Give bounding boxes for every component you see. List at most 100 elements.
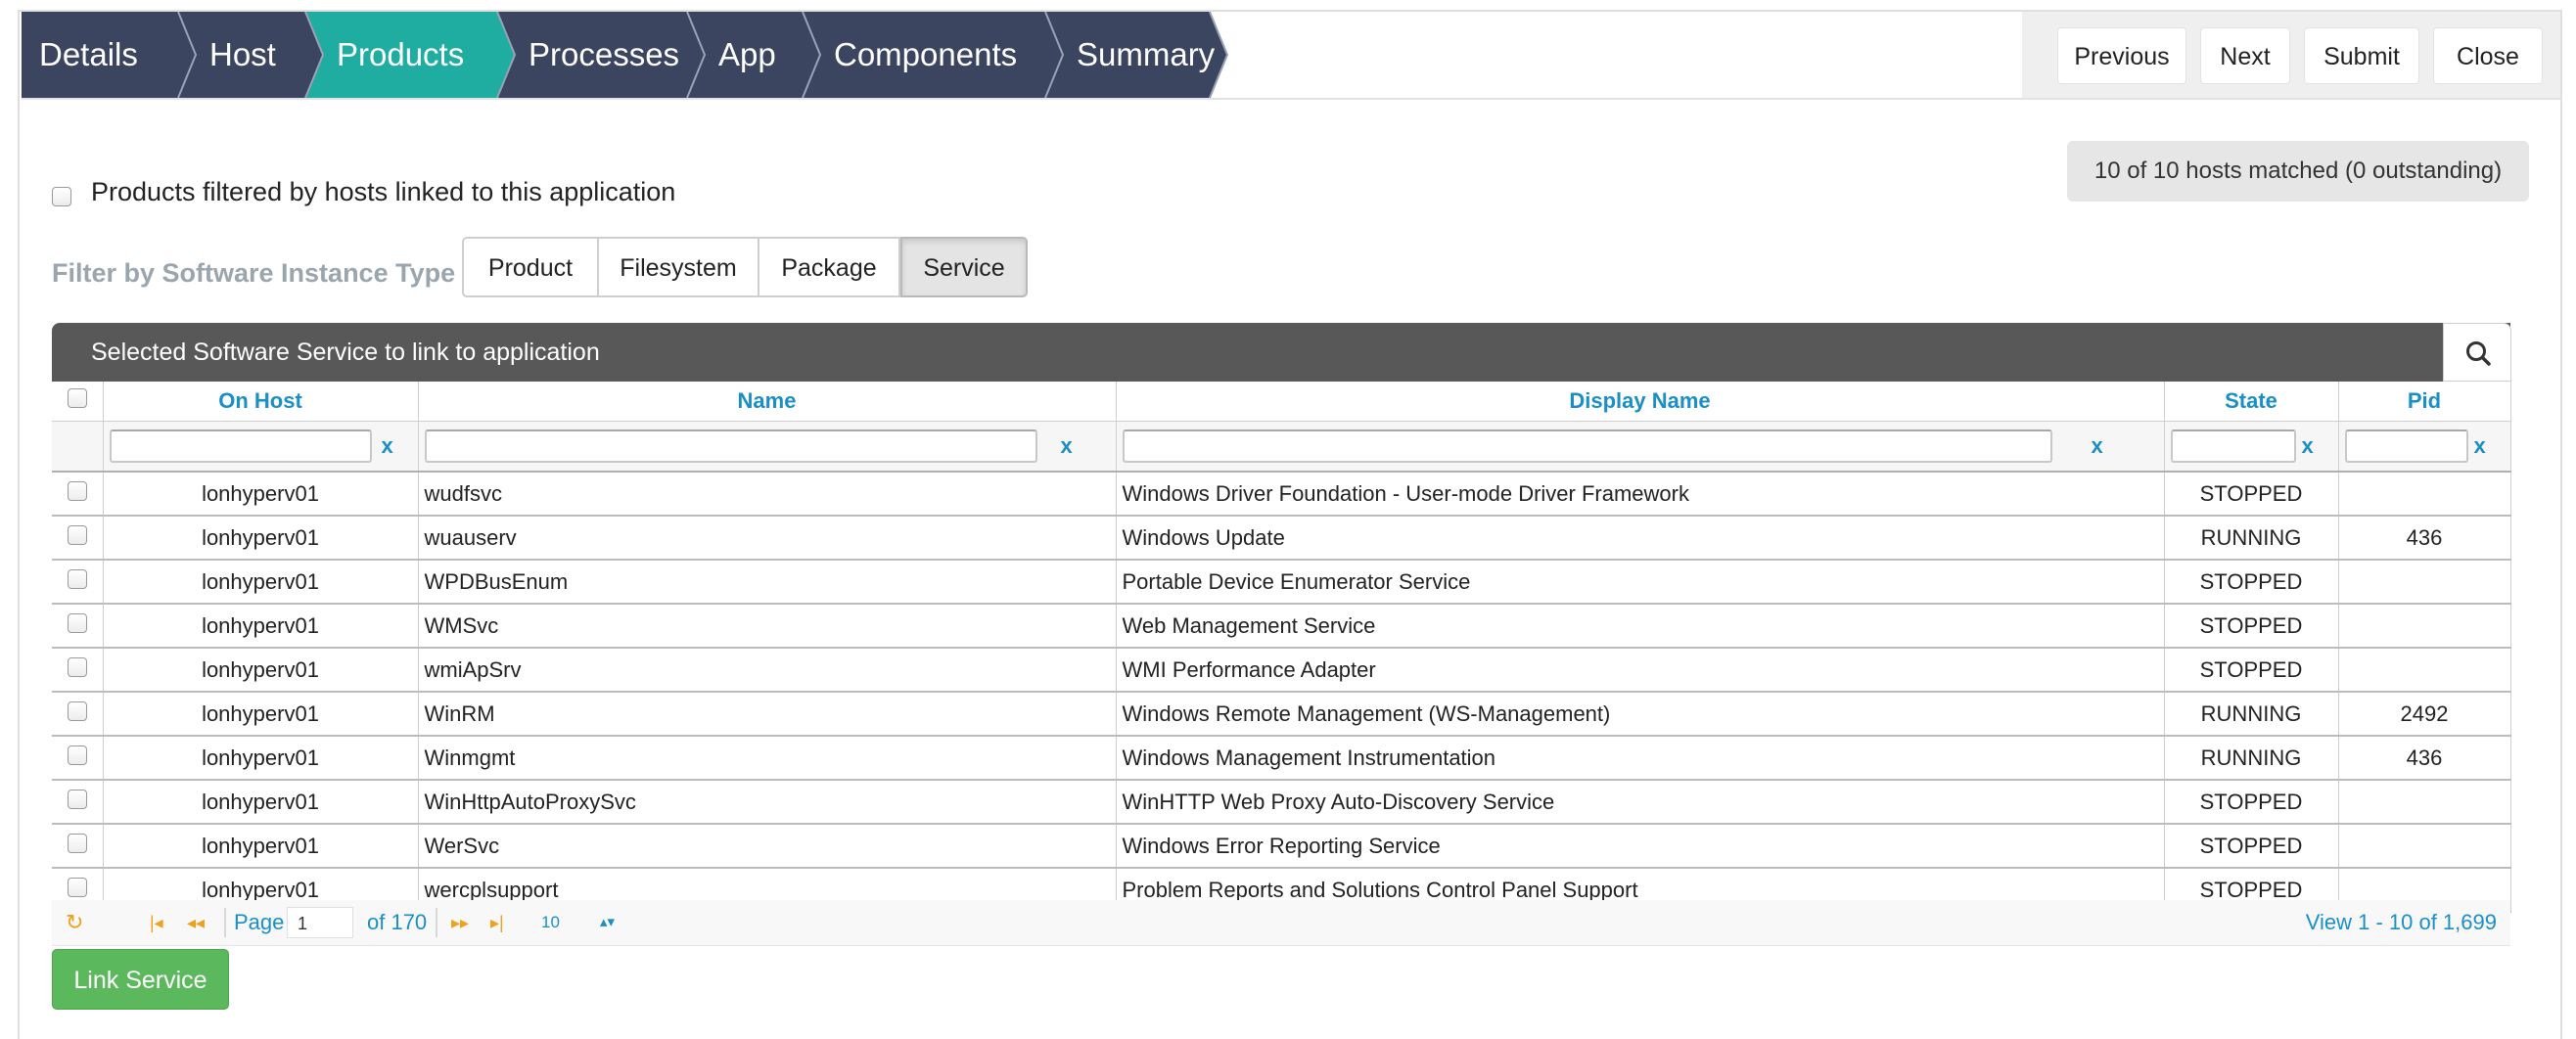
name-cell: WinHttpAutoProxySvc	[418, 780, 1117, 825]
table-row[interactable]: lonhyperv01 wudfsvc Windows Driver Foundat…	[52, 472, 2511, 517]
row-checkbox[interactable]	[67, 789, 87, 809]
wizard-step-details[interactable]: Details	[22, 12, 198, 98]
rows-per-page-chevron-icon[interactable]: ▴▾	[600, 900, 615, 945]
filter-cell-state: x	[2164, 421, 2339, 473]
display-name-cell: Windows Management Instrumentation	[1116, 736, 2165, 781]
wizard-step-label: Details	[39, 36, 138, 72]
display-name-cell: WMI Performance Adapter	[1116, 648, 2165, 693]
row-checkbox[interactable]	[67, 524, 87, 545]
submit-button[interactable]: Submit	[2304, 27, 2419, 84]
hosts-matched-badge: 10 of 10 hosts matched (0 outstanding)	[2067, 141, 2529, 202]
state-filter-clear[interactable]: x	[2302, 433, 2314, 459]
type-filesystem-button[interactable]: Filesystem	[599, 237, 759, 297]
host-cell: lonhyperv01	[103, 604, 419, 649]
next-button[interactable]: Next	[2200, 27, 2290, 84]
state-cell: STOPPED	[2164, 824, 2339, 869]
pid-filter-clear[interactable]: x	[2474, 433, 2486, 459]
table-row[interactable]: lonhyperv01 wmiApSrv WMI Performance Adapt…	[52, 648, 2511, 693]
close-button[interactable]: Close	[2433, 27, 2543, 84]
row-checkbox[interactable]	[67, 568, 87, 589]
row-checkbox-cell	[52, 736, 104, 781]
display-name-filter-input[interactable]	[1122, 429, 2052, 463]
host-filter-label: Products filtered by hosts linked to thi…	[91, 177, 676, 206]
table-row[interactable]: lonhyperv01 wuauserv Windows Update RUNNING…	[52, 516, 2511, 561]
display-name-cell: Windows Error Reporting Service	[1116, 824, 2165, 869]
row-checkbox[interactable]	[67, 745, 87, 765]
state-cell: RUNNING	[2164, 692, 2339, 737]
display-name-cell: Windows Update	[1116, 516, 2165, 561]
wizard-steps: Details Host Products Processes App Component…	[22, 12, 2022, 98]
pid-cell	[2338, 648, 2511, 693]
wizard-step-app[interactable]: App	[687, 12, 822, 98]
row-checkbox[interactable]	[67, 877, 87, 897]
wizard-step-components[interactable]: Components	[803, 12, 1065, 98]
row-checkbox[interactable]	[67, 833, 87, 853]
next-page-icon[interactable]: ▸▸	[451, 900, 469, 945]
link-service-button[interactable]: Link Service	[52, 949, 229, 1010]
name-cell: wuauserv	[418, 516, 1117, 561]
rows-per-page-select[interactable]: 10	[541, 900, 560, 945]
table-row[interactable]: lonhyperv01 WPDBusEnum Portable Device Enu…	[52, 560, 2511, 605]
name-filter-input[interactable]	[424, 429, 1037, 463]
type-service-button[interactable]: Service	[900, 237, 1028, 297]
name-cell: wudfsvc	[418, 472, 1117, 517]
name-cell: WMSvc	[418, 604, 1117, 649]
column-header-name[interactable]: Name	[418, 382, 1117, 422]
filter-cell-blank	[52, 421, 104, 473]
pid-filter-input[interactable]	[2344, 429, 2468, 463]
previous-button[interactable]: Previous	[2057, 27, 2186, 84]
grid-title: Selected Software Service to link to app…	[91, 339, 600, 366]
name-filter-clear[interactable]: x	[1061, 433, 1073, 459]
row-checkbox[interactable]	[67, 656, 87, 677]
state-cell: RUNNING	[2164, 516, 2339, 561]
page-number-input[interactable]: 1	[287, 907, 353, 938]
type-product-button[interactable]: Product	[462, 237, 599, 297]
name-cell: Winmgmt	[418, 736, 1117, 781]
wizard-step-processes[interactable]: Processes	[497, 12, 707, 98]
table-row[interactable]: lonhyperv01 Winmgmt Windows Management Ins…	[52, 736, 2511, 781]
table-header-row: On Host Name Display Name State Pid	[52, 382, 2511, 422]
pid-cell: 436	[2338, 516, 2511, 561]
table-row[interactable]: lonhyperv01 WMSvc Web Management Service ST…	[52, 604, 2511, 649]
host-filter-input[interactable]	[109, 429, 372, 463]
host-cell: lonhyperv01	[103, 736, 419, 781]
first-page-icon[interactable]: |◂	[150, 900, 163, 945]
pid-cell	[2338, 604, 2511, 649]
row-checkbox[interactable]	[67, 480, 87, 501]
table-row[interactable]: lonhyperv01 WinHttpAutoProxySvc WinHTTP We…	[52, 780, 2511, 825]
column-header-display-name[interactable]: Display Name	[1116, 382, 2165, 422]
name-cell: WinRM	[418, 692, 1117, 737]
pid-cell	[2338, 824, 2511, 869]
wizard-step-host[interactable]: Host	[178, 12, 325, 98]
row-checkbox-cell	[52, 560, 104, 605]
column-header-state[interactable]: State	[2164, 382, 2339, 422]
wizard-step-label: Host	[209, 36, 276, 72]
host-filter-checkbox[interactable]	[52, 187, 71, 206]
display-name-cell: Web Management Service	[1116, 604, 2165, 649]
row-checkbox[interactable]	[67, 700, 87, 721]
host-cell: lonhyperv01	[103, 648, 419, 693]
grid-caption: Selected Software Service to link to app…	[52, 323, 2510, 382]
wizard-step-summary[interactable]: Summary	[1045, 12, 1229, 98]
last-page-icon[interactable]: ▸|	[490, 900, 504, 945]
grid-search-button[interactable]	[2443, 323, 2511, 382]
host-cell: lonhyperv01	[103, 692, 419, 737]
column-header-on-host[interactable]: On Host	[103, 382, 419, 422]
display-name-cell: Windows Remote Management (WS-Management…	[1116, 692, 2165, 737]
display-name-cell: Portable Device Enumerator Service	[1116, 560, 2165, 605]
state-filter-input[interactable]	[2170, 429, 2296, 463]
previous-page-icon[interactable]: ◂◂	[187, 900, 205, 945]
table-row[interactable]: lonhyperv01 WerSvc Windows Error Reporting…	[52, 824, 2511, 869]
row-checkbox-cell	[52, 692, 104, 737]
type-filter-label: Filter by Software Instance Type	[52, 258, 456, 288]
wizard-step-products[interactable]: Products	[305, 12, 517, 98]
column-header-pid[interactable]: Pid	[2338, 382, 2511, 422]
refresh-icon[interactable]: ↻	[66, 900, 83, 945]
host-filter-clear[interactable]: x	[382, 433, 393, 459]
type-package-button[interactable]: Package	[759, 237, 900, 297]
display-name-filter-clear[interactable]: x	[2092, 433, 2103, 459]
table-row[interactable]: lonhyperv01 WinRM Windows Remote Managemen…	[52, 692, 2511, 737]
wizard-actions: Previous Next Submit Close	[2022, 12, 2560, 98]
row-checkbox[interactable]	[67, 612, 87, 633]
select-all-checkbox[interactable]	[67, 388, 87, 408]
